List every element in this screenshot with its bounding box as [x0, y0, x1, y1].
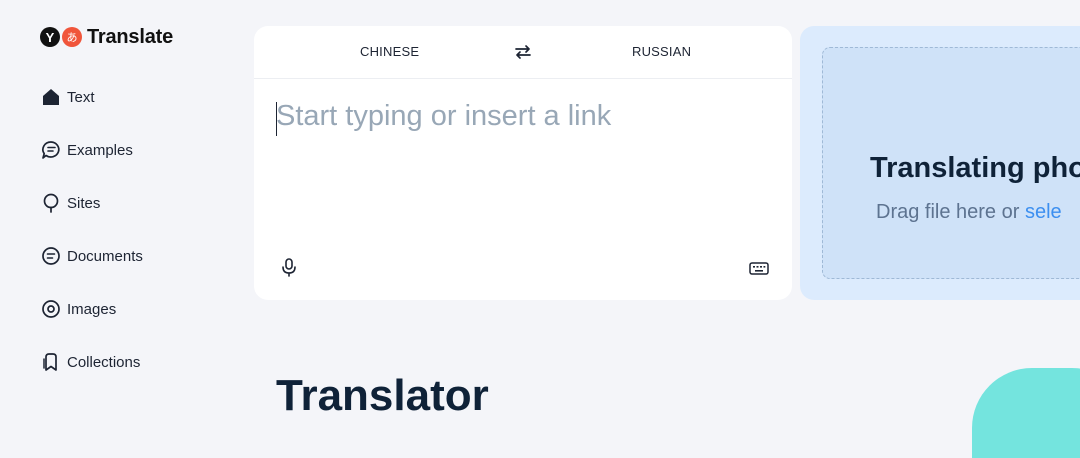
- collections-bookmark-icon: [43, 353, 57, 371]
- keyboard-icon[interactable]: [748, 257, 770, 279]
- translator-card: CHINESE RUSSIAN: [254, 26, 792, 300]
- yandex-logo-icon: Y: [40, 27, 60, 47]
- translate-logo-icon: あ: [62, 27, 82, 47]
- source-language-button[interactable]: CHINESE: [360, 44, 419, 59]
- sidebar-item-documents[interactable]: Documents: [40, 244, 143, 268]
- sidebar-item-text[interactable]: Text: [40, 85, 95, 109]
- target-language-button[interactable]: RUSSIAN: [632, 44, 691, 59]
- language-bar: CHINESE RUSSIAN: [254, 26, 792, 79]
- decorative-shape: [972, 368, 1080, 458]
- photo-translation-panel: Translating phot Drag file here or sele: [800, 26, 1080, 300]
- sidebar-item-collections[interactable]: Collections: [40, 350, 140, 374]
- sidebar-item-label: Text: [67, 88, 95, 106]
- sidebar-item-sites[interactable]: Sites: [40, 191, 100, 215]
- sidebar-item-label: Images: [67, 300, 117, 318]
- text-cursor: [276, 102, 277, 136]
- examples-chat-icon: [42, 141, 60, 159]
- swap-languages-icon[interactable]: [513, 42, 533, 62]
- sidebar-item-label: Documents: [67, 247, 143, 265]
- sidebar-item-label: Examples: [67, 141, 133, 159]
- source-text-input[interactable]: [276, 100, 770, 220]
- app-title: Translate: [87, 25, 174, 48]
- photo-panel-subtitle: Drag file here or sele: [876, 201, 1062, 224]
- photo-panel-title: Translating phot: [870, 152, 1080, 184]
- sidebar-item-images[interactable]: Images: [40, 297, 116, 321]
- documents-icon: [42, 247, 60, 265]
- sites-pin-icon: [43, 193, 59, 213]
- microphone-icon[interactable]: [278, 256, 300, 278]
- page-heading: Translator: [276, 371, 489, 420]
- drag-file-text: Drag file here or: [876, 201, 1025, 223]
- sidebar-item-label: Collections: [67, 353, 141, 371]
- select-file-link[interactable]: sele: [1025, 201, 1062, 223]
- images-camera-icon: [42, 300, 60, 318]
- logo[interactable]: Y あ Translate: [40, 24, 173, 50]
- sidebar-item-label: Sites: [67, 194, 101, 212]
- sidebar-item-examples[interactable]: Examples: [40, 138, 133, 162]
- text-home-icon: [43, 89, 59, 105]
